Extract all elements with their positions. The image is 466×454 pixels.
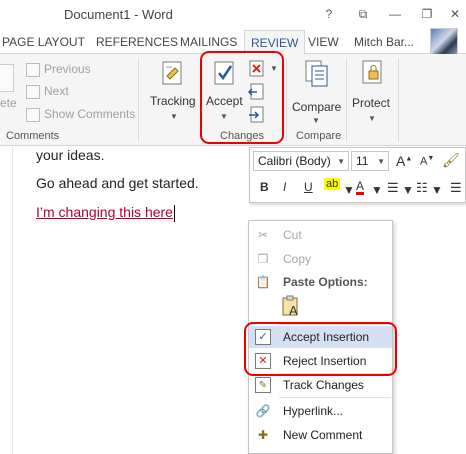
bullets-icon[interactable]: ☰ [387,180,399,196]
font-color-button[interactable]: A [356,180,365,195]
show-comments-button[interactable]: Show Comments [26,107,135,122]
protect-label: Protect [352,96,391,110]
avatar[interactable] [430,28,458,56]
tracking-icon [162,61,182,85]
previous-comment-button[interactable]: Previous [26,62,91,77]
next-comment-icon [26,84,40,99]
tab-mailings[interactable]: MAILINGS [180,35,237,49]
next-comment-button[interactable]: Next [26,84,69,99]
minimize-button[interactable]: — [386,6,404,22]
paste-keep-text-only-button[interactable]: A [281,295,301,319]
underline-button[interactable]: U [304,180,313,194]
mini-toolbar: Calibri (Body) ▼ 11 ▼ A▲ A▼ 🖌 B I U ab ▼ A… [249,147,466,203]
font-caret-icon: ▼ [337,157,345,166]
size-caret-icon: ▼ [377,157,385,166]
menu-item-cut[interactable]: ✂ Cut [249,224,392,246]
comments-group-label: Comments [6,130,60,142]
compare-group-label: Compare [296,130,342,142]
tab-references[interactable]: REFERENCES [96,35,178,49]
protect-caret-icon: ▼ [368,114,376,123]
menu-item-hyperlink[interactable]: 🔗 Hyperlink... [249,400,392,422]
delete-comment-icon [0,64,14,92]
compare-label: Compare [292,100,342,114]
previous-comment-icon [26,62,40,77]
compare-button[interactable]: Compare ▼ [292,58,344,128]
shrink-font-button[interactable]: A▼ [420,155,434,168]
ribbon: ete Previous Next Show Comments Comments… [0,51,466,146]
compare-icon [305,60,328,87]
new-comment-icon: ✚ [257,428,269,442]
user-name[interactable]: Mitch Bar... [354,35,414,49]
text-cursor [173,204,175,222]
help-button[interactable]: ? [320,6,338,22]
bold-button[interactable]: B [260,180,269,194]
menu-item-track-changes[interactable]: ✎ Track Changes [249,374,392,396]
tracked-insertion-text[interactable]: I’m changing this here [36,204,175,222]
hyperlink-icon: 🔗 [255,404,271,418]
font-name-combo[interactable]: Calibri (Body) ▼ [253,151,349,171]
copy-icon: ❐ [257,252,269,266]
ribbon-display-button[interactable]: ⧉ [354,6,372,22]
close-button[interactable]: ✕ [446,6,464,22]
paste-options-header: 📋 Paste Options: [255,275,368,289]
menu-item-copy[interactable]: ❐ Copy [249,248,392,270]
clipboard-icon: 📋 [255,275,271,289]
highlight-color-icon[interactable]: ab [324,178,341,190]
tab-page-layout[interactable]: PAGE LAYOUT [2,35,85,49]
compare-caret-icon: ▼ [312,116,320,125]
insertion-options-highlight-box [244,322,397,376]
highlight-caret-icon[interactable]: ▼ [343,183,355,197]
tracking-caret-icon: ▼ [170,112,178,121]
delete-comment-label[interactable]: ete [0,96,17,110]
window-title: Document1 - Word [64,7,173,22]
ribbon-separator [346,58,347,142]
doc-paragraph[interactable]: Go ahead and get started. [36,175,199,191]
title-bar: Document1 - Word ? ⧉ — ❐ ✕ [0,0,466,30]
numbering-icon[interactable]: ☷ [416,180,428,196]
restore-button[interactable]: ❐ [418,6,436,22]
lock-icon [362,60,382,84]
scissors-icon: ✂ [257,228,269,242]
changes-highlight-box [200,51,284,144]
ribbon-separator [398,58,399,142]
styles-icon[interactable]: ☰ [450,180,462,196]
track-changes-icon: ✎ [255,377,271,393]
tab-view[interactable]: VIEW [308,35,339,49]
protect-button[interactable]: Protect ▼ [350,58,396,128]
grow-font-button[interactable]: A▲ [396,153,412,169]
tracking-label: Tracking [150,94,196,108]
italic-button[interactable]: I [283,180,286,194]
menu-item-new-comment[interactable]: ✚ New Comment [249,424,392,446]
format-painter-icon[interactable]: 🖌 [442,152,460,169]
ribbon-separator [286,58,287,142]
tracking-button[interactable]: Tracking ▼ [150,58,198,128]
bullets-caret-icon[interactable]: ▼ [402,183,414,197]
ribbon-separator [138,58,139,142]
menu-separator [279,397,391,398]
font-size-combo[interactable]: 11 ▼ [351,151,389,171]
doc-paragraph[interactable]: your ideas. [36,147,104,163]
numbering-caret-icon[interactable]: ▼ [431,183,443,197]
show-comments-icon [26,107,40,122]
page-margin-line [12,147,13,454]
font-color-caret-icon[interactable]: ▼ [371,183,383,197]
